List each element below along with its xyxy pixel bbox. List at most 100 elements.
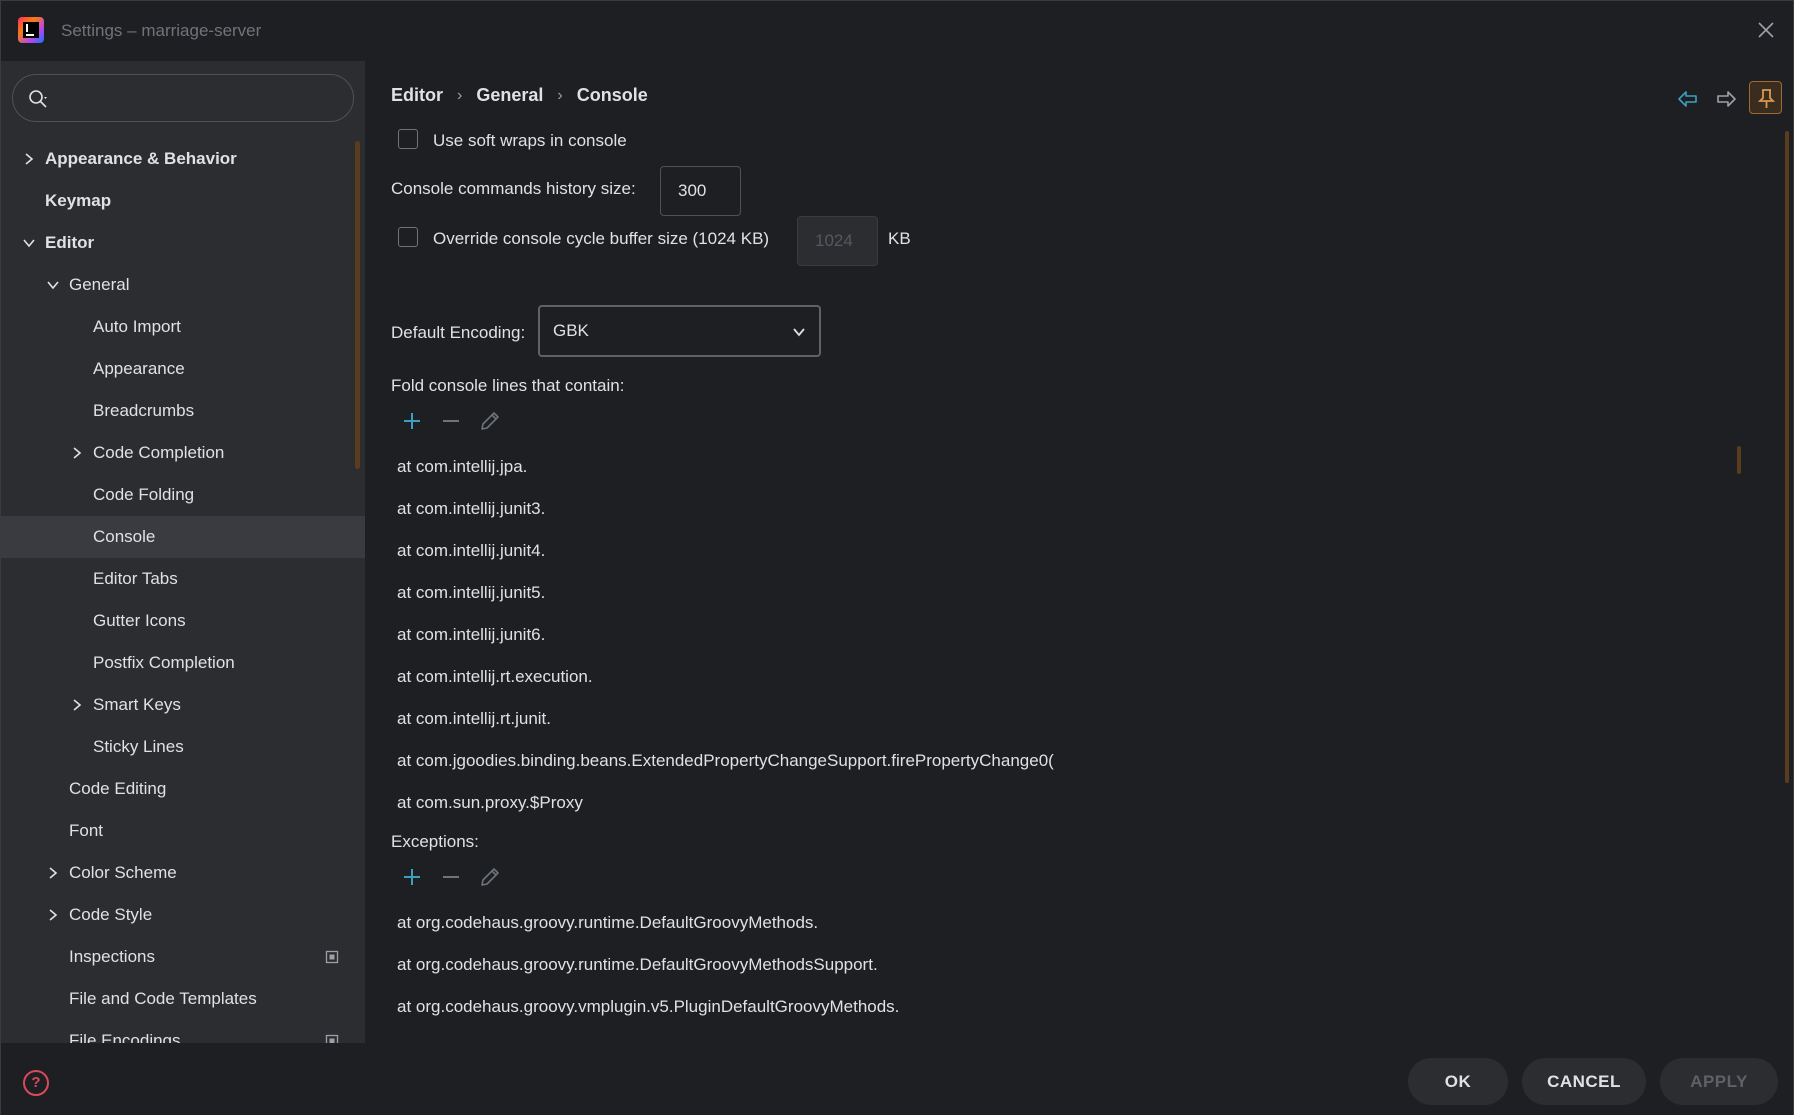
tree-item-label: Gutter Icons [93,611,186,630]
history-size-label: Console commands history size: [391,179,636,198]
tree-item-label: Code Folding [93,485,195,504]
add-icon[interactable] [400,865,424,889]
settings-window: Settings – marriage-server Appearance & … [0,0,1794,1115]
apply-button[interactable]: APPLY [1660,1058,1778,1105]
tree-item-label: Editor Tabs [93,569,178,588]
tree-item-code-editing[interactable]: Code Editing [1,768,365,810]
breadcrumb-editor[interactable]: Editor [391,85,443,106]
tree-item-editor[interactable]: Editor [1,222,365,264]
chevron-down-icon[interactable] [22,236,36,250]
list-item[interactable]: at com.intellij.junit6. [391,614,1591,656]
add-icon[interactable] [400,409,424,433]
tree-item-postfix-completion[interactable]: Postfix Completion [1,642,365,684]
edit-icon[interactable] [478,865,502,889]
breadcrumb-console: Console [576,85,648,105]
forward-arrow-icon[interactable] [1714,87,1738,111]
chevron-right-icon[interactable] [46,908,60,922]
list-item[interactable]: at org.codehaus.groovy.vmplugin.v5.Plugi… [391,986,1591,1028]
breadcrumb-separator: › [457,86,463,104]
list-item[interactable]: at com.intellij.junit3. [391,488,1591,530]
tree-item-code-style[interactable]: Code Style [1,894,365,936]
buffer-size-input[interactable] [797,216,878,266]
back-arrow-icon[interactable] [1676,87,1700,111]
default-encoding-select[interactable]: GBK [538,305,821,357]
tree-item-sticky-lines[interactable]: Sticky Lines [1,726,365,768]
tree-item-label: Auto Import [93,317,181,336]
fold-lines-list: at com.intellij.jpa. at com.intellij.jun… [391,446,1591,824]
tree-item-font[interactable]: Font [1,810,365,852]
breadcrumb-general[interactable]: General [476,85,543,106]
tree-item-console[interactable]: Console [1,516,365,558]
list-item[interactable]: at com.intellij.rt.execution. [391,656,1591,698]
chevron-right-icon[interactable] [70,698,84,712]
remove-icon[interactable] [439,865,463,889]
remove-icon[interactable] [439,409,463,433]
exceptions-list: at org.codehaus.groovy.runtime.DefaultGr… [391,902,1591,1030]
tree-item-general[interactable]: General [1,264,365,306]
tree-item-label: Keymap [45,191,112,210]
breadcrumb: Editor › General › Console [391,85,648,106]
list-item[interactable]: at com.intellij.junit5. [391,572,1591,614]
tree-item-auto-import[interactable]: Auto Import [1,306,365,348]
intellij-logo-icon [18,17,44,43]
tree-item-smart-keys[interactable]: Smart Keys [1,684,365,726]
ok-button[interactable]: OK [1408,1058,1508,1105]
tree-item-label: Appearance [93,359,185,378]
tree-item-label: General [69,275,130,294]
tree-item-keymap[interactable]: Keymap [1,180,365,222]
tree-item-label: Code Editing [69,779,167,798]
list-item[interactable]: at com.intellij.rt.junit. [391,698,1591,740]
list-item[interactable]: at com.jgoodies.binding.beans.ExtendedPr… [391,740,1591,782]
settings-badge-icon [325,1034,339,1043]
tree-item-appearance-behavior[interactable]: Appearance & Behavior [1,138,365,180]
list-item[interactable]: at com.intellij.jpa. [391,446,1591,488]
search-input[interactable] [57,85,337,111]
settings-search[interactable] [12,74,354,122]
tree-item-label: Smart Keys [93,695,181,714]
chevron-right-icon[interactable] [22,152,36,166]
content-scrollbar[interactable] [1785,131,1789,783]
tree-item-file-code-templates[interactable]: File and Code Templates [1,978,365,1020]
help-icon: ? [31,1074,41,1091]
tree-item-gutter-icons[interactable]: Gutter Icons [1,600,365,642]
buffer-unit-label: KB [888,229,911,248]
tree-item-breadcrumbs[interactable]: Breadcrumbs [1,390,365,432]
cancel-button[interactable]: CANCEL [1522,1058,1646,1105]
tree-item-label: Postfix Completion [93,653,235,672]
list-item[interactable]: at org.codehaus.groovy.runtime.DefaultGr… [391,902,1591,944]
help-button[interactable]: ? [23,1070,49,1096]
exceptions-label: Exceptions: [391,832,479,851]
default-encoding-label: Default Encoding: [391,323,526,342]
tree-item-editor-tabs[interactable]: Editor Tabs [1,558,365,600]
tree-item-file-encodings[interactable]: File Encodings [1,1020,365,1043]
window-title: Settings – marriage-server [61,21,262,40]
sidebar-scrollbar[interactable] [355,141,360,469]
tree-item-label: Inspections [69,947,155,966]
chevron-down-icon[interactable] [46,278,60,292]
close-icon[interactable] [1755,19,1777,41]
pin-button[interactable] [1749,81,1782,114]
history-size-input[interactable] [660,166,741,216]
edit-icon[interactable] [478,409,502,433]
settings-sidebar: Appearance & Behavior Keymap Editor Gene… [1,61,365,1043]
tree-item-label: File and Code Templates [69,989,257,1008]
override-buffer-checkbox[interactable] [398,227,418,247]
soft-wraps-checkbox[interactable] [398,129,418,149]
tree-item-label: Appearance & Behavior [45,149,237,168]
tree-item-code-folding[interactable]: Code Folding [1,474,365,516]
tree-item-color-scheme[interactable]: Color Scheme [1,852,365,894]
search-icon [29,90,47,108]
tree-item-inspections[interactable]: Inspections [1,936,365,978]
tree-item-label: Code Style [69,905,153,924]
tree-item-appearance[interactable]: Appearance [1,348,365,390]
fold-list-scrollbar[interactable] [1737,446,1741,474]
chevron-right-icon[interactable] [70,446,84,460]
tree-item-code-completion[interactable]: Code Completion [1,432,365,474]
title-bar: Settings – marriage-server [1,1,1793,61]
list-item[interactable]: at com.intellij.junit4. [391,530,1591,572]
settings-content: Editor › General › Console Use soft wrap… [365,61,1793,1043]
override-buffer-label: Override console cycle buffer size (1024… [433,229,770,248]
list-item[interactable]: at org.codehaus.groovy.runtime.DefaultGr… [391,944,1591,986]
list-item[interactable]: at com.sun.proxy.$Proxy [391,782,1591,824]
chevron-right-icon[interactable] [46,866,60,880]
